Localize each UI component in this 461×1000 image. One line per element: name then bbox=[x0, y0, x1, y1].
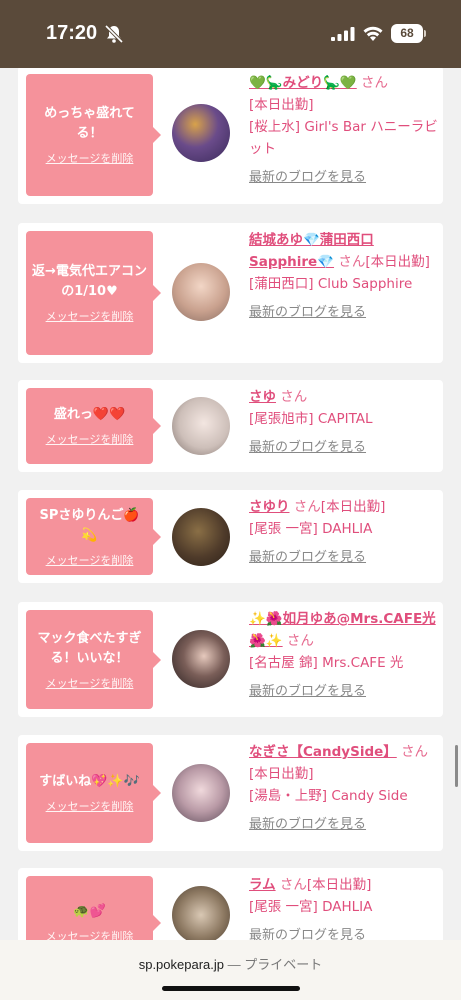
url-text: sp.pokepara.jp — プライベート bbox=[0, 954, 461, 973]
honorific: さん bbox=[401, 744, 429, 760]
avatar[interactable] bbox=[172, 104, 230, 162]
avatar[interactable] bbox=[172, 630, 230, 688]
delete-message-link[interactable]: メッセージを削除 bbox=[46, 675, 134, 691]
honorific: さん bbox=[280, 389, 308, 405]
profile-name-link[interactable]: さゆ bbox=[249, 389, 276, 405]
profile-name-link[interactable]: ラム bbox=[249, 877, 276, 893]
url-separator: — bbox=[227, 957, 241, 972]
battery-level: 68 bbox=[391, 24, 423, 43]
signal-icon bbox=[331, 27, 355, 41]
profile-line: [本日出勤] bbox=[306, 877, 372, 893]
message-bubble: めっちゃ盛れてる！ メッセージを削除 bbox=[26, 74, 161, 196]
list-item: 返→電気代エアコンの1/10♥ メッセージを削除 結城あゆ💎蒲田西口Sapphi… bbox=[18, 223, 443, 363]
wifi-icon bbox=[363, 26, 383, 41]
status-time: 17:20 bbox=[46, 22, 98, 44]
url-domain: sp.pokepara.jp bbox=[138, 957, 224, 972]
profile-line: [本日出勤] bbox=[365, 254, 430, 270]
profile-info: なぎさ【CandySide】 さん [本日出勤] [湯島・上野] Candy Si… bbox=[249, 741, 439, 836]
message-text: 🐢💕 bbox=[73, 904, 106, 919]
bell-muted-icon bbox=[104, 24, 124, 44]
private-mode-label: プライベート bbox=[244, 957, 323, 972]
honorific: さん bbox=[293, 499, 321, 515]
profile-name-link[interactable]: 💚🦕みどり🦕💚 bbox=[249, 75, 357, 91]
honorific: さん bbox=[361, 75, 389, 91]
latest-blog-link[interactable]: 最新のブログを見る bbox=[249, 302, 439, 324]
status-bar: 17:20 68 bbox=[0, 0, 461, 68]
honorific: さん bbox=[338, 254, 366, 270]
message-bubble: 盛れっ❤️❤️ メッセージを削除 bbox=[26, 388, 161, 464]
profile-info: 結城あゆ💎蒲田西口Sapphire💎 さん[本日出勤] [蒲田西口] Club … bbox=[249, 229, 439, 324]
message-text: めっちゃ盛れてる！ bbox=[44, 106, 135, 141]
avatar[interactable] bbox=[172, 397, 230, 455]
honorific: さん bbox=[286, 633, 314, 649]
url-bar[interactable]: sp.pokepara.jp — プライベート bbox=[0, 940, 461, 1000]
message-text: 返→電気代エアコンの1/10♥ bbox=[32, 264, 147, 299]
message-bubble: すばいね💖✨🎶 メッセージを削除 bbox=[26, 743, 161, 843]
latest-blog-link[interactable]: 最新のブログを見る bbox=[249, 814, 439, 836]
profile-line: [本日出勤] bbox=[320, 499, 386, 515]
delete-message-link[interactable]: メッセージを削除 bbox=[46, 308, 134, 324]
list-item: SPさゆりんご🍎💫 メッセージを削除 さゆり さん[本日出勤] [尾張 一宮] … bbox=[18, 490, 443, 583]
message-text: SPさゆりんご🍎💫 bbox=[39, 507, 140, 543]
profile-line: [本日出勤] bbox=[249, 766, 314, 782]
message-bubble: マック食べたすぎる！いいな！ メッセージを削除 bbox=[26, 610, 161, 709]
profile-line: [名古屋 錦] Mrs.CAFE 光 bbox=[249, 655, 404, 671]
delete-message-link[interactable]: メッセージを削除 bbox=[46, 431, 134, 447]
profile-line: [蒲田西口] Club Sapphire bbox=[249, 276, 413, 292]
profile-name-link[interactable]: ✨🌺如月ゆあ@Mrs.CAFE光🌺✨ bbox=[249, 611, 436, 649]
latest-blog-link[interactable]: 最新のブログを見る bbox=[249, 547, 439, 569]
profile-line: [湯島・上野] Candy Side bbox=[249, 788, 408, 804]
profile-line: [尾張 一宮] DAHLIA bbox=[249, 899, 373, 915]
avatar[interactable] bbox=[172, 263, 230, 321]
avatar[interactable] bbox=[172, 886, 230, 940]
delete-message-link[interactable]: メッセージを削除 bbox=[46, 150, 134, 166]
delete-message-link[interactable]: メッセージを削除 bbox=[46, 798, 134, 814]
list-item: マック食べたすぎる！いいな！ メッセージを削除 ✨🌺如月ゆあ@Mrs.CAFE光… bbox=[18, 602, 443, 717]
profile-name-link[interactable]: さゆり bbox=[249, 499, 290, 515]
message-bubble: 返→電気代エアコンの1/10♥ メッセージを削除 bbox=[26, 231, 161, 355]
profile-name-link[interactable]: なぎさ【CandySide】 bbox=[249, 744, 397, 760]
scrollbar[interactable] bbox=[455, 745, 458, 787]
delete-message-link[interactable]: メッセージを削除 bbox=[46, 552, 134, 568]
list-item: 🐢💕 メッセージを削除 ラム さん[本日出勤] [尾張 一宮] DAHLIA 最… bbox=[18, 868, 443, 940]
message-bubble: 🐢💕 メッセージを削除 bbox=[26, 876, 161, 940]
latest-blog-link[interactable]: 最新のブログを見る bbox=[249, 681, 439, 703]
profile-info: ラム さん[本日出勤] [尾張 一宮] DAHLIA 最新のブログを見る bbox=[249, 874, 439, 940]
profile-line: [尾張 一宮] DAHLIA bbox=[249, 521, 373, 537]
message-bubble: SPさゆりんご🍎💫 メッセージを削除 bbox=[26, 498, 161, 575]
delete-message-link[interactable]: メッセージを削除 bbox=[46, 928, 134, 940]
honorific: さん bbox=[279, 877, 307, 893]
profile-info: 💚🦕みどり🦕💚 さん [本日出勤] [桜上水] Girl's Bar ハニーラビ… bbox=[249, 72, 439, 189]
latest-blog-link[interactable]: 最新のブログを見る bbox=[249, 167, 439, 189]
latest-blog-link[interactable]: 最新のブログを見る bbox=[249, 925, 439, 940]
list-item: めっちゃ盛れてる！ メッセージを削除 💚🦕みどり🦕💚 さん [本日出勤] [桜上… bbox=[18, 68, 443, 204]
latest-blog-link[interactable]: 最新のブログを見る bbox=[249, 437, 439, 459]
list-item: すばいね💖✨🎶 メッセージを削除 なぎさ【CandySide】 さん [本日出勤]… bbox=[18, 735, 443, 851]
message-list[interactable]: めっちゃ盛れてる！ メッセージを削除 💚🦕みどり🦕💚 さん [本日出勤] [桜上… bbox=[0, 68, 461, 940]
message-text: 盛れっ❤️❤️ bbox=[53, 407, 126, 422]
avatar[interactable] bbox=[172, 508, 230, 566]
message-text: マック食べたすぎる！いいな！ bbox=[37, 630, 142, 666]
profile-info: さゆり さん[本日出勤] [尾張 一宮] DAHLIA 最新のブログを見る bbox=[249, 496, 439, 569]
battery-cap bbox=[424, 30, 426, 37]
message-text: すばいね💖✨🎶 bbox=[39, 774, 140, 789]
home-indicator[interactable] bbox=[162, 986, 300, 991]
profile-info: さゆ さん [尾張旭市] CAPITAL 最新のブログを見る bbox=[249, 386, 439, 459]
profile-info: ✨🌺如月ゆあ@Mrs.CAFE光🌺✨ さん [名古屋 錦] Mrs.CAFE 光… bbox=[249, 608, 439, 703]
profile-line: [尾張旭市] CAPITAL bbox=[249, 411, 373, 427]
avatar[interactable] bbox=[172, 764, 230, 822]
profile-line: [本日出勤] bbox=[249, 97, 314, 113]
list-item: 盛れっ❤️❤️ メッセージを削除 さゆ さん [尾張旭市] CAPITAL 最新… bbox=[18, 380, 443, 472]
profile-line: [桜上水] Girl's Bar ハニーラビット bbox=[249, 119, 438, 157]
